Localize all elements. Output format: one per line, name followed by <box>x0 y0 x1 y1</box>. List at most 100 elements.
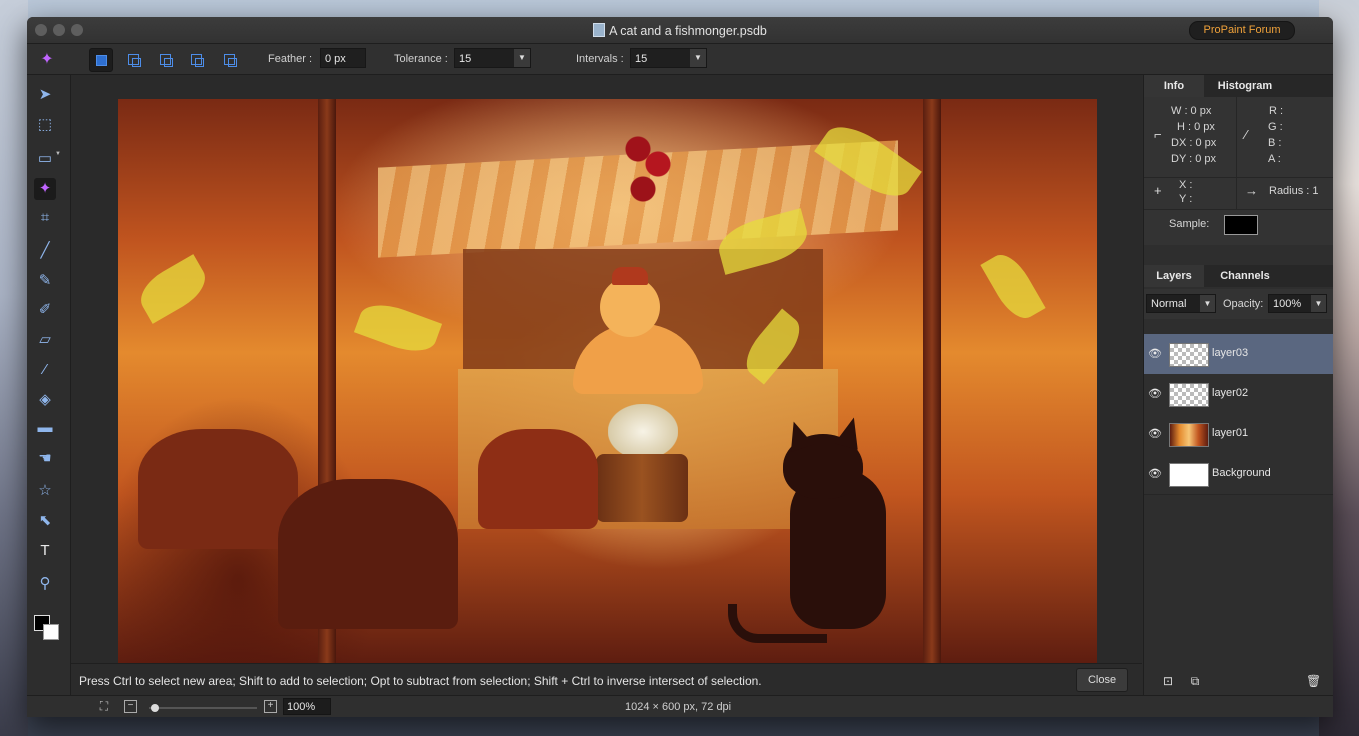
sample-label: Sample: <box>1169 218 1210 230</box>
text-tool-icon[interactable]: T <box>34 540 56 562</box>
layer-controls: Normal ▼ Opacity: 100% ▼ <box>1144 289 1333 319</box>
layer-row[interactable]: 👁 layer03 <box>1144 334 1333 375</box>
chevron-down-icon: ▼ <box>514 49 530 67</box>
tolerance-label: Tolerance : <box>394 53 448 65</box>
artwork-fishmonger-hat <box>612 267 648 285</box>
info-w: W : 0 px <box>1171 105 1212 117</box>
crop-corner-icon: ⌐ <box>1154 127 1162 142</box>
eye-icon[interactable]: 👁 <box>1148 467 1162 481</box>
layers-footer: ⊡ ⧉ 🗑 <box>1144 667 1333 695</box>
document-info: 1024 × 600 px, 72 dpi <box>625 701 732 713</box>
info-panel: ⌐ W : 0 px H : 0 px DX : 0 px DY : 0 px … <box>1144 97 1333 245</box>
opacity-value: 100% <box>1273 298 1302 310</box>
crosshair-icon: + <box>1154 183 1162 198</box>
layers-tabs: Layers Channels <box>1144 265 1333 287</box>
layer-row[interactable]: 👁 layer02 <box>1144 374 1333 415</box>
info-a: A : <box>1268 153 1281 165</box>
status-message-bar: Press Ctrl to select new area; Shift to … <box>71 663 1142 696</box>
info-radius: Radius : 1 <box>1269 185 1319 197</box>
intervals-label: Intervals : <box>576 53 624 65</box>
fit-screen-icon[interactable]: ⛶ <box>97 699 111 713</box>
blend-mode-value: Normal <box>1151 298 1187 310</box>
eye-icon[interactable]: 👁 <box>1148 347 1162 361</box>
intersect-selection-icon-overlay <box>195 58 204 67</box>
layer-row[interactable]: 👁 layer01 <box>1144 414 1333 455</box>
pencil-tool-icon[interactable]: ✎ <box>34 270 56 292</box>
chevron-down-icon: ▼ <box>1311 295 1326 312</box>
info-g: G : <box>1268 121 1283 133</box>
tab-layers[interactable]: Layers <box>1144 265 1204 287</box>
feather-label: Feather : <box>268 53 313 65</box>
tolerance-value: 15 <box>459 53 472 65</box>
trash-icon[interactable]: 🗑 <box>1306 674 1321 688</box>
zoom-out-icon[interactable]: − <box>124 700 137 713</box>
artwork-barrel <box>596 454 688 522</box>
zoom-slider[interactable] <box>149 707 257 709</box>
eyedropper-tool-icon[interactable]: ⁄ <box>34 359 56 381</box>
desktop-background-left <box>0 0 28 736</box>
layer-name: Background <box>1212 467 1271 479</box>
gradient-tool-icon[interactable]: ▬ <box>34 417 56 439</box>
inverse-intersect-selection-mode-button[interactable] <box>218 48 240 70</box>
background-color[interactable] <box>43 624 59 640</box>
shape-tool-icon[interactable]: ☆ <box>34 480 56 502</box>
artwork-image[interactable] <box>118 99 1097 663</box>
smudge-tool-icon[interactable]: ✐ <box>34 299 56 321</box>
close-button[interactable]: Close <box>1076 668 1128 692</box>
subtract-selection-mode-button[interactable] <box>154 48 176 70</box>
app-window: A cat and a fishmonger.psdb ProPaint For… <box>27 17 1333 717</box>
zoom-tool-icon[interactable]: ⚲ <box>34 573 56 595</box>
right-panel: Info Histogram ⌐ W : 0 px H : 0 px DX : … <box>1143 75 1333 695</box>
info-h: H : 0 px <box>1177 121 1215 133</box>
color-swatches[interactable] <box>34 615 64 645</box>
info-tabs: Info Histogram <box>1144 75 1333 97</box>
status-message: Press Ctrl to select new area; Shift to … <box>79 674 762 688</box>
eyedropper-icon: ⁄ <box>1245 127 1248 142</box>
inverse-intersect-selection-icon-overlay <box>228 58 237 67</box>
duplicate-layer-icon[interactable]: ⧉ <box>1188 674 1202 688</box>
add-selection-icon-overlay <box>132 58 141 67</box>
intersect-selection-mode-button[interactable] <box>185 48 207 70</box>
intervals-select[interactable]: 15 ▼ <box>630 48 707 68</box>
tab-info[interactable]: Info <box>1144 75 1204 97</box>
zoom-input[interactable]: 100% <box>283 698 331 715</box>
crop-tool-icon[interactable]: ⌗ <box>34 207 56 229</box>
tab-channels[interactable]: Channels <box>1206 265 1284 287</box>
opacity-select[interactable]: 100% ▼ <box>1268 294 1327 313</box>
direct-selection-tool-icon[interactable]: ⬉ <box>34 510 56 532</box>
magic-wand-tool-icon[interactable]: ✦ <box>34 178 56 200</box>
new-layer-icon[interactable]: ⊡ <box>1161 674 1175 688</box>
chevron-down-icon: ▼ <box>1200 295 1215 312</box>
tools-panel: ➤ ⬚ ▭ ▼ ✦ ⌗ ╱ ✎ ✐ ▱ ⁄ ◈ ▬ ☚ ☆ ⬉ T ⚲ <box>27 75 71 695</box>
zoom-in-icon[interactable]: + <box>264 700 277 713</box>
add-selection-mode-button[interactable] <box>122 48 144 70</box>
layer-thumbnail <box>1169 343 1209 367</box>
hand-tool-icon[interactable]: ☚ <box>34 448 56 470</box>
eye-icon[interactable]: 👁 <box>1148 387 1162 401</box>
zoom-slider-thumb[interactable] <box>151 704 159 712</box>
blend-mode-select[interactable]: Normal ▼ <box>1146 294 1216 313</box>
eraser-tool-icon[interactable]: ▱ <box>34 329 56 351</box>
artwork-pole <box>923 99 941 663</box>
divider <box>1144 209 1333 210</box>
tab-histogram[interactable]: Histogram <box>1206 75 1284 97</box>
canvas-area[interactable] <box>71 75 1142 663</box>
eye-icon[interactable]: 👁 <box>1148 427 1162 441</box>
info-dx: DX : 0 px <box>1171 137 1217 149</box>
forum-button[interactable]: ProPaint Forum <box>1189 21 1295 40</box>
new-selection-mode-button[interactable] <box>89 48 113 72</box>
feather-input[interactable]: 0 px <box>320 48 366 68</box>
divider <box>1236 97 1237 177</box>
layer-row[interactable]: 👁 Background <box>1144 454 1333 495</box>
paint-bucket-tool-icon[interactable]: ◈ <box>34 389 56 411</box>
layer-thumbnail <box>1169 463 1209 487</box>
move-tool-icon[interactable]: ➤ <box>34 84 56 106</box>
transform-tool-icon[interactable]: ⬚ <box>34 114 56 136</box>
marquee-tool-icon[interactable]: ▭ ▼ <box>34 148 61 170</box>
artwork-cat-ear <box>834 414 866 450</box>
brush-tool-icon[interactable]: ╱ <box>34 240 56 262</box>
magic-wand-icon: ✦ <box>40 51 54 68</box>
tolerance-select[interactable]: 15 ▼ <box>454 48 531 68</box>
chevron-down-icon: ▼ <box>55 151 61 157</box>
sample-color-swatch[interactable] <box>1224 215 1258 235</box>
